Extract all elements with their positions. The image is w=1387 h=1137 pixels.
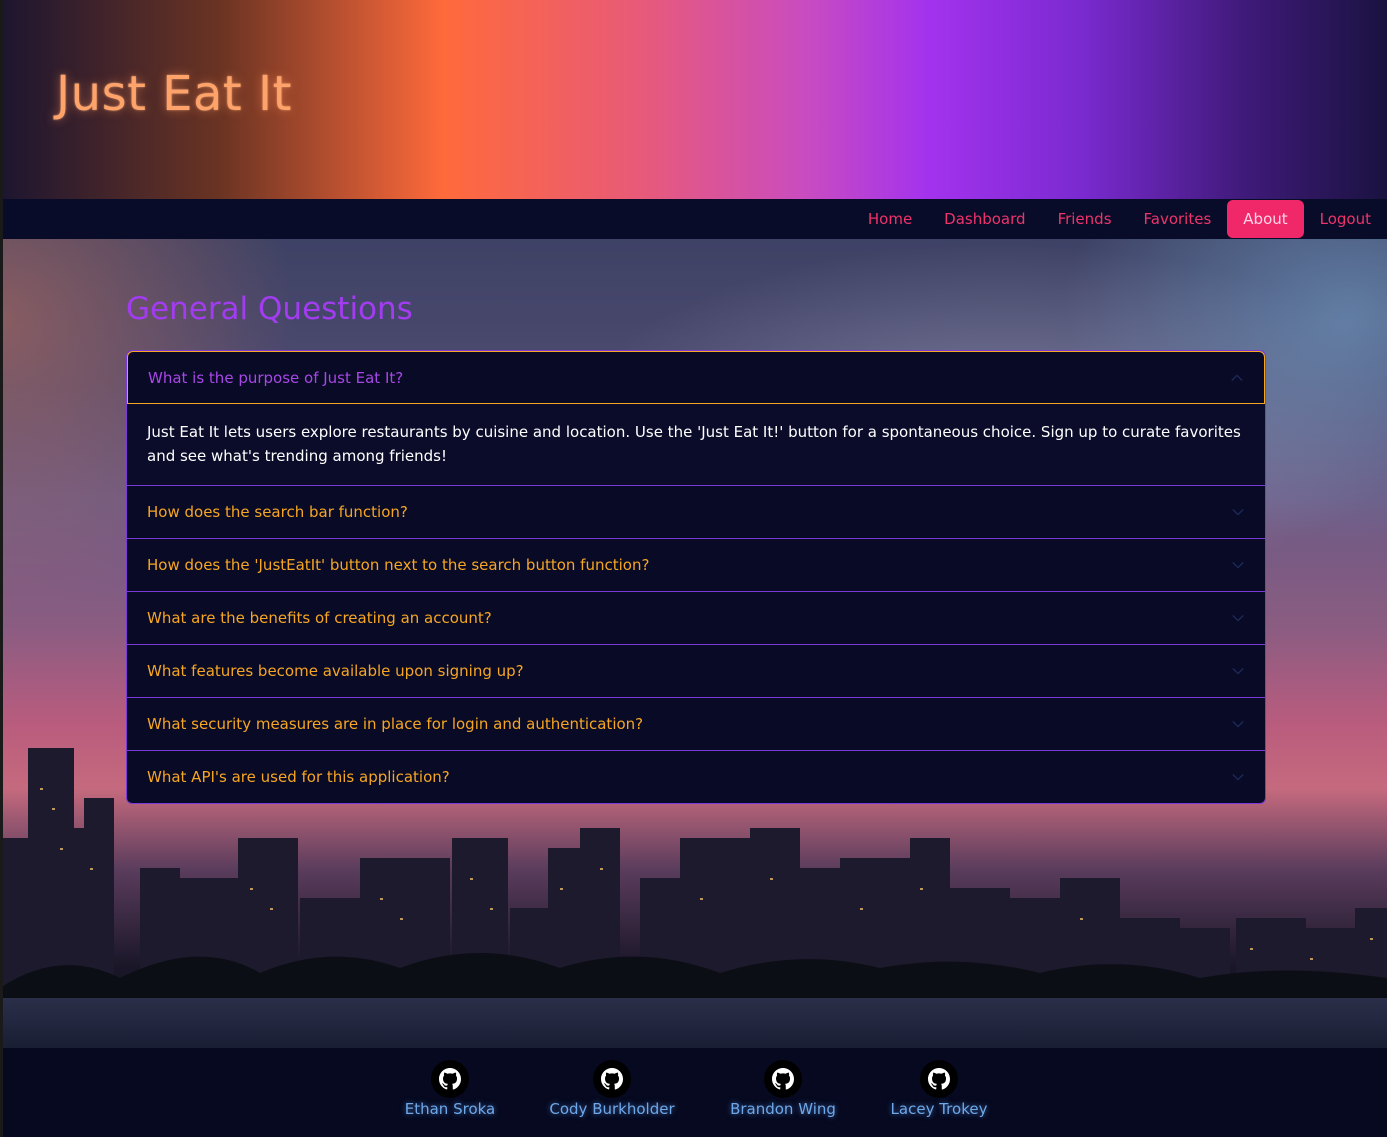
site-header: Just Eat It	[0, 0, 1387, 199]
nav-home[interactable]: Home	[852, 200, 928, 238]
faq-question: How does the search bar function?	[147, 503, 408, 521]
github-icon[interactable]	[920, 1060, 958, 1098]
faq-item-signup-features[interactable]: What features become available upon sign…	[127, 644, 1265, 697]
member-name: Ethan Sroka	[404, 1100, 496, 1118]
navbar: Home Dashboard Friends Favorites About L…	[0, 199, 1387, 239]
faq-item-purpose[interactable]: What is the purpose of Just Eat It?	[127, 351, 1265, 404]
faq-question: What features become available upon sign…	[147, 662, 524, 680]
faq-question: What is the purpose of Just Eat It?	[148, 368, 404, 387]
site-footer: Ethan Sroka Cody Burkholder Brandon Wing…	[0, 1048, 1387, 1137]
github-icon[interactable]	[764, 1060, 802, 1098]
nav-favorites[interactable]: Favorites	[1128, 200, 1228, 238]
nav-about[interactable]: About	[1227, 200, 1304, 238]
faq-question: What are the benefits of creating an acc…	[147, 609, 492, 627]
chevron-down-icon	[1232, 667, 1244, 675]
faq-title: General Questions	[126, 291, 413, 327]
member-name: Brandon Wing	[730, 1100, 836, 1118]
faq-item-search-bar[interactable]: How does the search bar function?	[127, 485, 1265, 538]
github-icon[interactable]	[431, 1060, 469, 1098]
github-icon[interactable]	[593, 1060, 631, 1098]
chevron-down-icon	[1232, 561, 1244, 569]
team-member-link[interactable]: Brandon Wing	[727, 1060, 839, 1118]
faq-item-account-benefits[interactable]: What are the benefits of creating an acc…	[127, 591, 1265, 644]
chevron-down-icon	[1232, 614, 1244, 622]
chevron-down-icon	[1232, 508, 1244, 516]
site-brand[interactable]: Just Eat It	[56, 66, 292, 122]
nav-friends[interactable]: Friends	[1042, 200, 1128, 238]
faq-question: What security measures are in place for …	[147, 715, 644, 733]
faq-accordion: What is the purpose of Just Eat It? Just…	[126, 350, 1266, 804]
faq-item-apis[interactable]: What API's are used for this application…	[127, 750, 1265, 803]
team-member-link[interactable]: Cody Burkholder	[548, 1060, 676, 1118]
nav-logout[interactable]: Logout	[1304, 200, 1387, 238]
nav-links: Home Dashboard Friends Favorites About L…	[852, 199, 1387, 239]
faq-item-security[interactable]: What security measures are in place for …	[127, 697, 1265, 750]
team-member-link[interactable]: Ethan Sroka	[404, 1060, 496, 1118]
chevron-down-icon	[1232, 720, 1244, 728]
team-member-link[interactable]: Lacey Trokey	[890, 1060, 988, 1118]
nav-dashboard[interactable]: Dashboard	[928, 200, 1041, 238]
chevron-down-icon	[1232, 773, 1244, 781]
faq-question: What API's are used for this application…	[147, 768, 450, 786]
faq-question: How does the 'JustEatIt' button next to …	[147, 556, 650, 574]
faq-item-justeatit-button[interactable]: How does the 'JustEatIt' button next to …	[127, 538, 1265, 591]
faq-section: General Questions What is the purpose of…	[126, 290, 1266, 804]
window-edge	[0, 0, 3, 1137]
member-name: Lacey Trokey	[890, 1100, 988, 1118]
faq-answer: Just Eat It lets users explore restauran…	[127, 404, 1265, 485]
member-name: Cody Burkholder	[549, 1100, 675, 1118]
chevron-up-icon	[1231, 373, 1243, 381]
